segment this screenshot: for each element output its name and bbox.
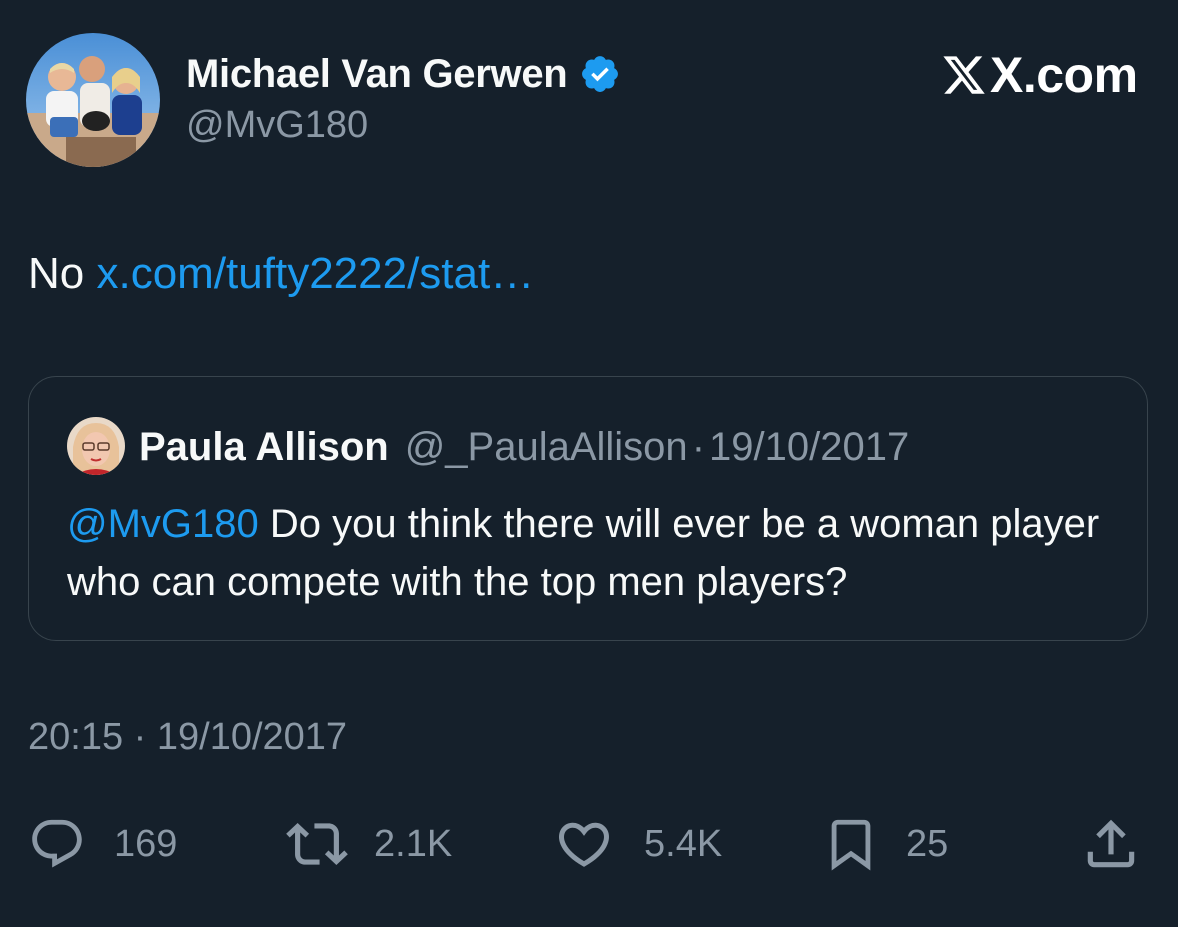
- share-icon: [1080, 813, 1142, 875]
- x-logo-icon: [940, 52, 988, 98]
- bookmark-icon: [822, 813, 880, 875]
- action-bar: 169 2.1K 5.4K 25: [0, 808, 1178, 880]
- repost-button[interactable]: 2.1K: [286, 808, 452, 880]
- bookmark-count: 25: [906, 822, 949, 865]
- author-name-row[interactable]: Michael Van Gerwen: [186, 48, 621, 100]
- tweet-link[interactable]: x.com/tufty2222/stat…: [96, 249, 534, 298]
- quoted-tweet-header: Paula Allison @_PaulaAllison · 19/10/201…: [139, 419, 909, 475]
- tweet-text: No x.com/tufty2222/stat…: [28, 246, 534, 302]
- quoted-author-avatar[interactable]: [67, 417, 125, 475]
- repost-icon: [286, 813, 348, 875]
- separator-dot: ·: [691, 424, 706, 469]
- reply-icon: [28, 815, 86, 873]
- quoted-author-handle[interactable]: @_PaulaAllison: [405, 425, 688, 470]
- heart-icon: [554, 814, 614, 874]
- verified-badge-icon: [579, 53, 621, 95]
- share-button[interactable]: [1080, 808, 1142, 880]
- brand-logo: X.com: [940, 45, 1138, 105]
- author-avatar[interactable]: [26, 33, 160, 167]
- brand-text: X.com: [990, 47, 1138, 103]
- quoted-mention-link[interactable]: @MvG180: [67, 502, 259, 546]
- quoted-tweet[interactable]: Paula Allison @_PaulaAllison · 19/10/201…: [28, 376, 1148, 641]
- quoted-author-name[interactable]: Paula Allison: [139, 425, 389, 470]
- quoted-tweet-date: 19/10/2017: [709, 424, 910, 469]
- tweet-card: Michael Van Gerwen @MvG180 X.com No x.co…: [0, 0, 1178, 927]
- author-display-name[interactable]: Michael Van Gerwen: [186, 52, 568, 97]
- reply-count: 169: [114, 822, 178, 865]
- reply-button[interactable]: 169: [28, 808, 177, 880]
- repost-count: 2.1K: [374, 822, 453, 865]
- author-handle[interactable]: @MvG180: [186, 104, 368, 147]
- quoted-tweet-text: @MvG180 Do you think there will ever be …: [67, 495, 1127, 611]
- tweet-timestamp[interactable]: 20:15 · 19/10/2017: [28, 716, 347, 759]
- bookmark-button[interactable]: 25: [822, 808, 948, 880]
- like-count: 5.4K: [644, 822, 723, 865]
- tweet-body: No: [28, 249, 85, 298]
- like-button[interactable]: 5.4K: [554, 808, 722, 880]
